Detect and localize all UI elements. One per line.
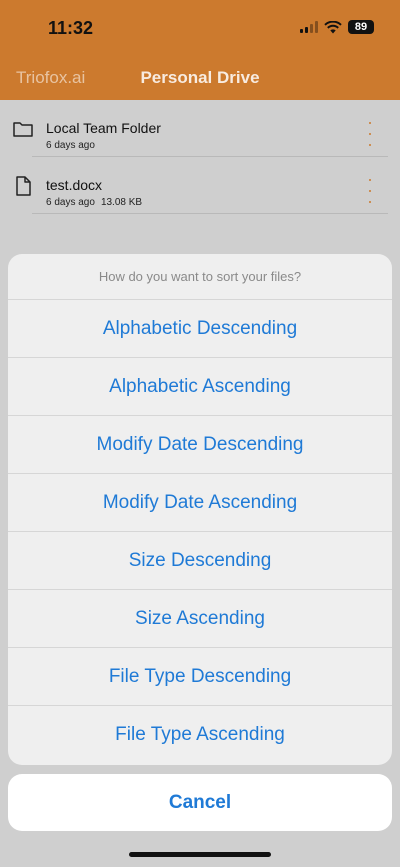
sort-option-file-type-ascending[interactable]: File Type Ascending <box>8 706 392 764</box>
sort-option-alphabetic-descending[interactable]: Alphabetic Descending <box>8 300 392 358</box>
sort-option-size-descending[interactable]: Size Descending <box>8 532 392 590</box>
file-date: 6 days ago <box>46 197 95 208</box>
list-item[interactable]: Local Team Folder 6 days ago <box>0 100 400 157</box>
file-name: test.docx <box>46 177 103 193</box>
battery-icon: 89 <box>348 20 374 34</box>
more-options-icon[interactable] <box>366 122 374 146</box>
home-indicator[interactable] <box>129 852 271 857</box>
file-meta: 6 days ago 13.08 KB <box>46 197 142 208</box>
sheet-title: How do you want to sort your files? <box>8 254 392 300</box>
status-bar: 11:32 89 <box>0 0 400 58</box>
status-time: 11:32 <box>48 18 94 38</box>
more-options-icon[interactable] <box>366 179 374 203</box>
sort-option-alphabetic-ascending[interactable]: Alphabetic Ascending <box>8 358 392 416</box>
status-icons: 89 <box>300 20 374 34</box>
file-date: 6 days ago <box>46 140 95 151</box>
wifi-icon <box>324 20 342 33</box>
app-header: 11:32 89 Triofox.ai Personal Drive <box>0 0 400 100</box>
page-title: Personal Drive <box>140 68 260 87</box>
sort-option-file-type-descending[interactable]: File Type Descending <box>8 648 392 706</box>
file-list: Local Team Folder 6 days ago test.docx 6… <box>0 100 400 214</box>
cellular-signal-icon <box>300 21 318 33</box>
sort-option-modify-date-descending[interactable]: Modify Date Descending <box>8 416 392 474</box>
nav-bar: Triofox.ai Personal Drive <box>0 58 400 98</box>
sort-option-modify-date-ascending[interactable]: Modify Date Ascending <box>8 474 392 532</box>
divider <box>32 213 388 214</box>
document-icon <box>16 176 31 196</box>
file-size: 13.08 KB <box>100 197 143 208</box>
folder-icon <box>13 122 33 137</box>
cancel-button[interactable]: Cancel <box>8 774 392 831</box>
list-item[interactable]: test.docx 6 days ago 13.08 KB <box>0 157 400 214</box>
file-name: Local Team Folder <box>46 120 161 136</box>
sort-option-size-ascending[interactable]: Size Ascending <box>8 590 392 648</box>
file-meta: 6 days ago <box>46 140 95 151</box>
sort-action-sheet: How do you want to sort your files? Alph… <box>8 254 392 765</box>
